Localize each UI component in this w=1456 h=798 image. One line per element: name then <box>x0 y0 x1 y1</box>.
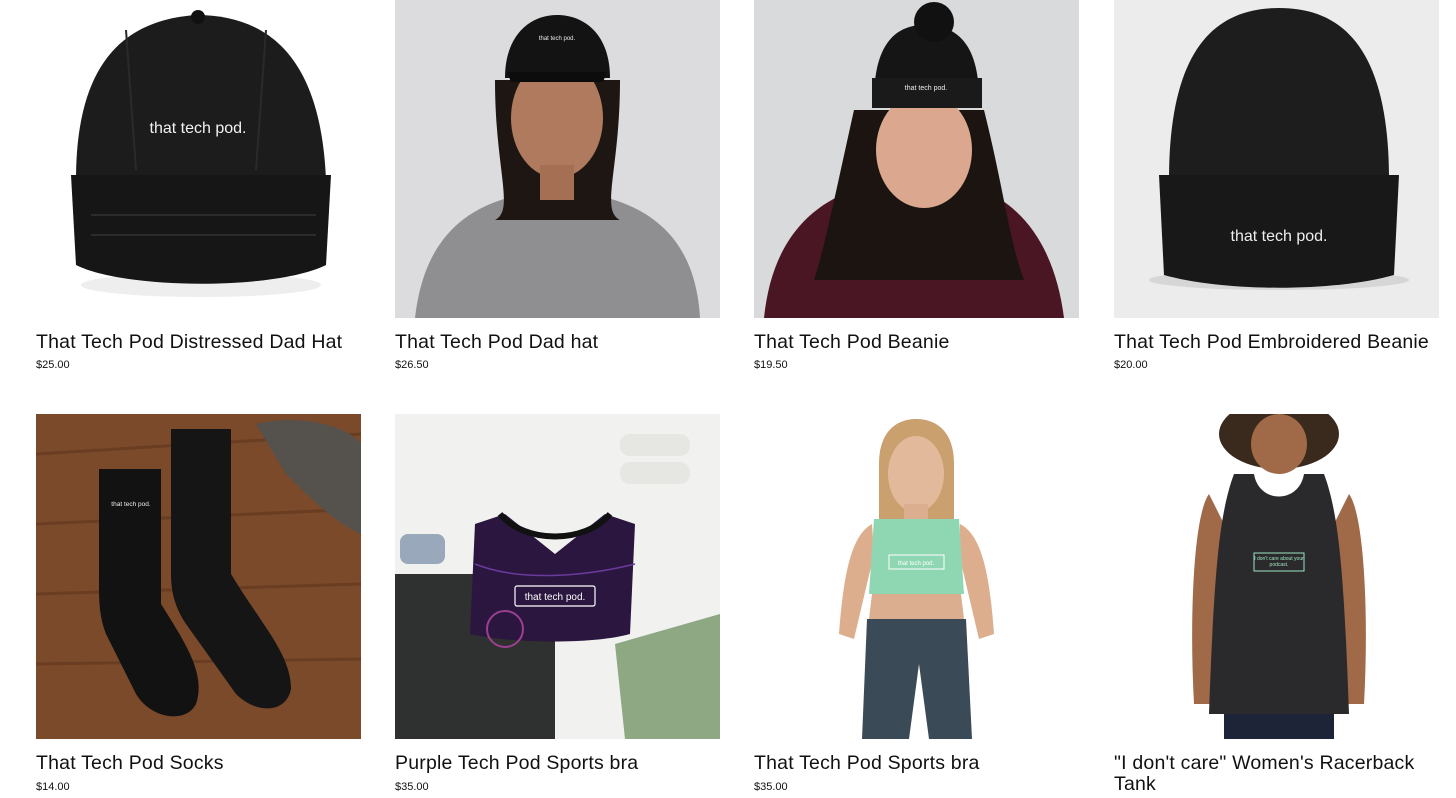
model-racerback-tank-illustration: I don't care about your podcast. <box>1114 414 1439 739</box>
purple-sports-bra-illustration: that tech pod. <box>395 414 720 739</box>
product-title[interactable]: That Tech Pod Sports bra <box>754 753 1094 774</box>
product-title[interactable]: That Tech Pod Dad hat <box>395 332 735 353</box>
beanie-logo-text: that tech pod. <box>905 85 947 92</box>
hat-logo-text: that tech pod. <box>539 36 576 42</box>
model-dad-hat-image[interactable]: that tech pod. <box>395 0 720 318</box>
product-grid: that tech pod. That Tech Pod Distressed … <box>0 0 1456 798</box>
cap-logo-text: that tech pod. <box>150 120 247 137</box>
model-dad-hat-illustration: that tech pod. <box>395 0 720 318</box>
embroidered-beanie-image[interactable]: that tech pod. <box>1114 0 1439 318</box>
product-price: $35.00 <box>395 781 429 793</box>
product-title[interactable]: "I don't care" Women's Racerback Tank <box>1114 753 1454 795</box>
embroidered-beanie-logo-text: that tech pod. <box>1231 228 1328 245</box>
product-title[interactable]: That Tech Pod Beanie <box>754 332 1094 353</box>
purple-sports-bra-image[interactable]: that tech pod. <box>395 414 720 739</box>
embroidered-beanie-illustration: that tech pod. <box>1114 0 1439 318</box>
product-title[interactable]: That Tech Pod Distressed Dad Hat <box>36 332 376 353</box>
model-racerback-tank-image[interactable]: I don't care about your podcast. <box>1114 414 1439 739</box>
product-title[interactable]: Purple Tech Pod Sports bra <box>395 753 735 774</box>
product-price: $19.50 <box>754 359 788 371</box>
product-price: $25.00 <box>36 359 70 371</box>
product-title[interactable]: That Tech Pod Socks <box>36 753 376 774</box>
distressed-cap-illustration: that tech pod. <box>36 0 361 318</box>
model-sports-bra-image[interactable]: that tech pod. <box>754 414 1079 739</box>
product-price: $14.00 <box>36 781 70 793</box>
sports-bra-logo-text: that tech pod. <box>525 592 586 603</box>
tank-logo-text: I don't care about your podcast. <box>1254 556 1304 568</box>
product-title[interactable]: That Tech Pod Embroidered Beanie <box>1114 332 1454 353</box>
model-pom-beanie-illustration: that tech pod. <box>754 0 1079 318</box>
distressed-cap-image[interactable]: that tech pod. <box>36 0 361 318</box>
model-pom-beanie-image[interactable]: that tech pod. <box>754 0 1079 318</box>
product-price: $26.50 <box>395 359 429 371</box>
product-price: $35.00 <box>754 781 788 793</box>
tank-logo-frame: I don't care about your podcast. <box>1254 556 1304 568</box>
socks-image[interactable]: that tech pod. <box>36 414 361 739</box>
socks-illustration: that tech pod. <box>36 414 361 739</box>
model-sports-bra-illustration: that tech pod. <box>754 414 1079 739</box>
product-price: $20.00 <box>1114 359 1148 371</box>
sports-bra-model-logo-text: that tech pod. <box>898 561 935 567</box>
socks-logo-text: that tech pod. <box>111 501 151 508</box>
